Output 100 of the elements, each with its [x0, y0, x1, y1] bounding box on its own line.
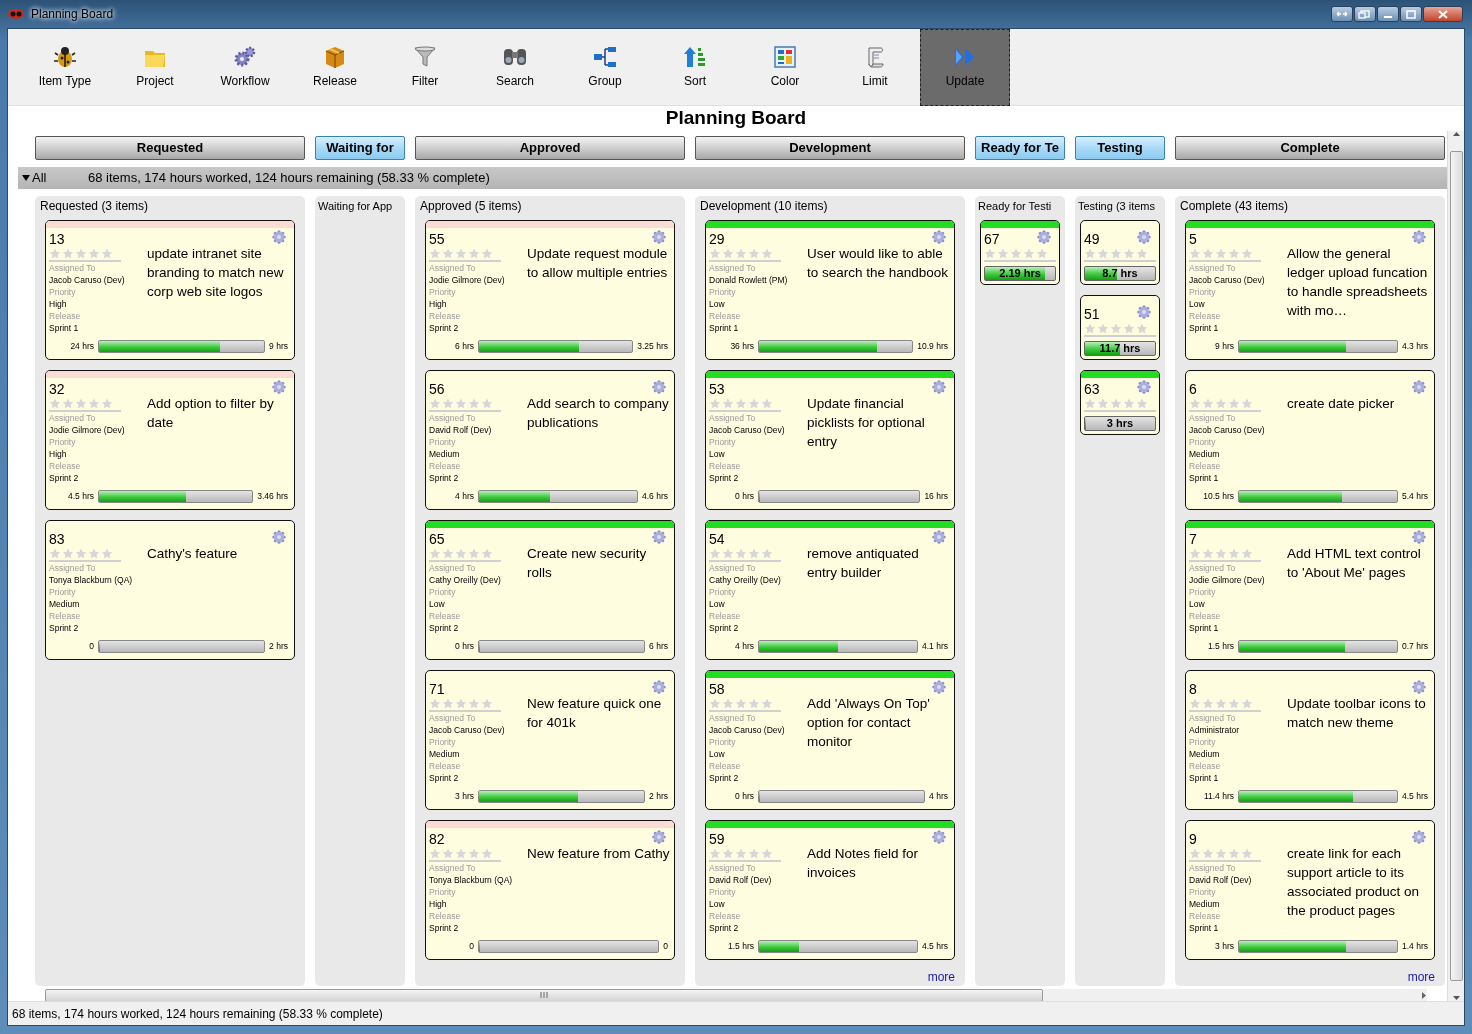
toolbar-button[interactable]: Project — [110, 29, 200, 106]
star-rating[interactable] — [429, 247, 501, 262]
more-link[interactable]: more — [927, 967, 955, 986]
maximize-icon[interactable] — [1404, 9, 1418, 19]
toolbar-button[interactable]: Search — [470, 29, 560, 106]
vertical-scrollbar[interactable] — [1447, 131, 1464, 1001]
gear-icon[interactable] — [932, 679, 946, 694]
scroll-thumb[interactable] — [1449, 151, 1463, 981]
gear-icon[interactable] — [1412, 829, 1426, 844]
toolbar-button[interactable]: Color — [740, 29, 830, 106]
star-rating[interactable] — [1084, 397, 1156, 412]
star-rating[interactable] — [1189, 547, 1261, 562]
star-rating[interactable] — [1189, 247, 1261, 262]
horizontal-scrollbar[interactable] — [45, 988, 1427, 1002]
task-card[interactable]: 55 Assigned To Jodie Gilmore (Dev) Priority High Release Sprint 2 Update request module to allow multiple entries 6 hrs 3.25 hrs — [425, 219, 675, 360]
scroll-thumb[interactable] — [45, 988, 1043, 1002]
star-rating[interactable] — [709, 847, 781, 862]
gear-icon[interactable] — [652, 379, 666, 394]
gear-icon[interactable] — [652, 529, 666, 544]
gear-icon[interactable] — [272, 529, 286, 544]
gear-icon[interactable] — [1412, 379, 1426, 394]
task-card[interactable]: 67 2.19 hrs — [980, 219, 1060, 285]
stage-button[interactable]: Waiting for — [315, 136, 405, 160]
stage-button[interactable]: Approved — [415, 136, 685, 160]
task-card[interactable]: 8 Assigned To Administrator Priority Medium Release Sprint 1 Update toolbar icons to match new theme 11.4 hrs 4.5 hrs — [1185, 669, 1435, 810]
gear-icon[interactable] — [652, 829, 666, 844]
gear-icon[interactable] — [1412, 229, 1426, 244]
stage-button[interactable]: Requested — [35, 136, 305, 160]
toolbar-button[interactable]: Sort — [650, 29, 740, 106]
gear-icon[interactable] — [272, 229, 286, 244]
gear-icon[interactable] — [1037, 229, 1051, 244]
task-card[interactable]: 29 Assigned To Donald Rowlett (PM) Priority Low Release Sprint 1 User would like to able to search the handbook 36 hrs 10.9 hrs — [705, 219, 955, 360]
task-card[interactable]: 9 Assigned To David Rolf (Dev) Priority Medium Release Sprint 1 create link for each support article to its associated product on the product pages 3 hrs 1.4 hrs — [1185, 819, 1435, 960]
stage-button[interactable]: Complete — [1175, 136, 1445, 160]
star-rating[interactable] — [1084, 322, 1156, 337]
gear-icon[interactable] — [1137, 304, 1151, 319]
gear-icon[interactable] — [1137, 379, 1151, 394]
task-card[interactable]: 32 Assigned To Jodie Gilmore (Dev) Priority High Release Sprint 2 Add option to filter by date 4.5 hrs 3.46 hrs — [45, 369, 295, 510]
star-rating[interactable] — [49, 397, 121, 412]
gear-icon[interactable] — [652, 229, 666, 244]
tile-icon[interactable] — [1358, 9, 1372, 19]
star-rating[interactable] — [429, 547, 501, 562]
star-rating[interactable] — [709, 697, 781, 712]
star-rating[interactable] — [1189, 847, 1261, 862]
toolbar-button[interactable]: Item Type — [20, 29, 110, 106]
star-rating[interactable] — [709, 247, 781, 262]
more-link[interactable]: more — [1407, 967, 1435, 986]
task-card[interactable]: 51 11.7 hrs — [1080, 294, 1160, 360]
toolbar-button[interactable]: Release — [290, 29, 380, 106]
toolbar-button[interactable]: Filter — [380, 29, 470, 106]
task-card[interactable]: 49 8.7 hrs — [1080, 219, 1160, 285]
group-toggle[interactable]: All — [18, 167, 88, 189]
star-rating[interactable] — [429, 697, 501, 712]
toolbar-button[interactable]: Workflow — [200, 29, 290, 106]
star-rating[interactable] — [429, 397, 501, 412]
gear-icon[interactable] — [932, 829, 946, 844]
task-card[interactable]: 13 Assigned To Jacob Caruso (Dev) Priority High Release Sprint 1 update intranet site branding to match new corp web site logos 24 hrs 9 hrs — [45, 219, 295, 360]
task-card[interactable]: 5 Assigned To Jacob Caruso (Dev) Priority Low Release Sprint 1 Allow the general ledger upload funcation to handle spreadsheets with mo… 9 hrs 4.3 hrs — [1185, 219, 1435, 360]
star-rating[interactable] — [709, 397, 781, 412]
gear-icon[interactable] — [932, 379, 946, 394]
star-rating[interactable] — [984, 247, 1056, 262]
toolbar-button[interactable]: Group — [560, 29, 650, 106]
star-rating[interactable] — [429, 847, 501, 862]
gear-icon[interactable] — [1412, 679, 1426, 694]
task-card[interactable]: 6 Assigned To Jacob Caruso (Dev) Priority Medium Release Sprint 1 create date picker 10.5 hrs 5.4 hrs — [1185, 369, 1435, 510]
task-card[interactable]: 56 Assigned To David Rolf (Dev) Priority Medium Release Sprint 2 Add search to company publications 4 hrs 4.6 hrs — [425, 369, 675, 510]
scroll-up-icon[interactable] — [1451, 131, 1461, 137]
task-card[interactable]: 65 Assigned To Cathy Oreilly (Dev) Priority Low Release Sprint 2 Create new security rolls 0 hrs 6 hrs — [425, 519, 675, 660]
task-card[interactable]: 59 Assigned To David Rolf (Dev) Priority Low Release Sprint 2 Add Notes field for invoices 1.5 hrs 4.5 hrs — [705, 819, 955, 960]
task-card[interactable]: 58 Assigned To Jacob Caruso (Dev) Priority Low Release Sprint 2 Add 'Always On Top' option for contact monitor 0 hrs 4 hrs — [705, 669, 955, 810]
star-rating[interactable] — [49, 247, 121, 262]
star-rating[interactable] — [1189, 397, 1261, 412]
scroll-right-icon[interactable] — [1421, 990, 1427, 1000]
star-rating[interactable] — [1084, 247, 1156, 262]
field-value: Jacob Caruso (Dev) — [1189, 423, 1265, 436]
stage-button[interactable]: Testing — [1075, 136, 1165, 160]
task-card[interactable]: 53 Assigned To Jacob Caruso (Dev) Priority Low Release Sprint 2 Update financial picklists for optional entry 0 hrs 16 hrs — [705, 369, 955, 510]
field-label: Priority — [429, 885, 456, 898]
task-card[interactable]: 7 Assigned To Jodie Gilmore (Dev) Priority Low Release Sprint 1 Add HTML text control to 'About Me' pages 1.5 hrs 0.7 hrs — [1185, 519, 1435, 660]
star-rating[interactable] — [1189, 697, 1261, 712]
task-card[interactable]: 82 Assigned To Tonya Blackburn (QA) Priority High Release Sprint 2 New feature from Cathy 0 0 — [425, 819, 675, 960]
stage-button[interactable]: Ready for Te — [975, 136, 1065, 160]
toolbar-button[interactable]: Update — [920, 29, 1010, 106]
gear-icon[interactable] — [932, 229, 946, 244]
gear-icon[interactable] — [932, 529, 946, 544]
task-card[interactable]: 83 Assigned To Tonya Blackburn (QA) Priority Medium Release Sprint 2 Cathy's feature 0 2 hrs — [45, 519, 295, 660]
toolbar-button[interactable]: Limit — [830, 29, 920, 106]
star-rating[interactable] — [709, 547, 781, 562]
gear-icon[interactable] — [1412, 529, 1426, 544]
task-card[interactable]: 54 Assigned To Cathy Oreilly (Dev) Priority Low Release Sprint 2 remove antiquated entry builder 4 hrs 4.1 hrs — [705, 519, 955, 660]
star-rating[interactable] — [49, 547, 121, 562]
field-label: Release — [49, 459, 81, 472]
task-card[interactable]: 63 3 hrs — [1080, 369, 1160, 435]
field-value: Medium — [49, 597, 80, 610]
stage-button[interactable]: Development — [695, 136, 965, 160]
gear-icon[interactable] — [272, 379, 286, 394]
gear-icon[interactable] — [652, 679, 666, 694]
gear-icon[interactable] — [1137, 229, 1151, 244]
close-icon[interactable] — [1436, 9, 1450, 19]
task-card[interactable]: 71 Assigned To Jacob Caruso (Dev) Priority Medium Release Sprint 2 New feature quick one for 401k 3 hrs 2 hrs — [425, 669, 675, 810]
